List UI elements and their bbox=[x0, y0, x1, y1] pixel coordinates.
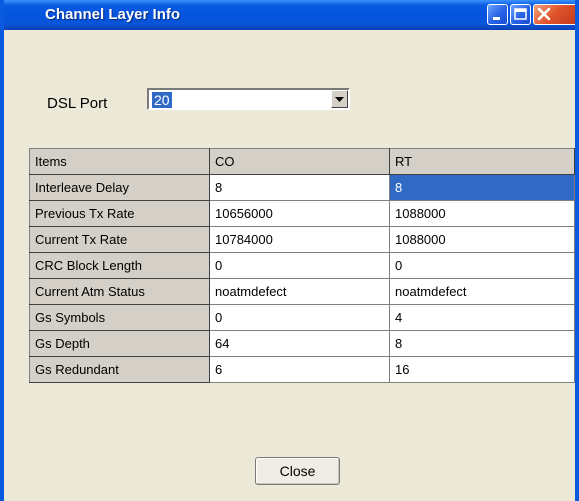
rt-value-cell[interactable]: 16 bbox=[389, 356, 575, 383]
rt-value-cell[interactable]: 0 bbox=[389, 252, 575, 279]
title-bar[interactable]: Channel Layer Info bbox=[4, 0, 575, 30]
row-label: CRC Block Length bbox=[29, 252, 210, 279]
column-header-co[interactable]: CO bbox=[209, 148, 390, 175]
row-label: Previous Tx Rate bbox=[29, 200, 210, 227]
table-row[interactable]: Current Atm Status noatmdefect noatmdefe… bbox=[29, 278, 575, 305]
table-row[interactable]: Gs Redundant 6 16 bbox=[29, 356, 575, 383]
table-row[interactable]: Previous Tx Rate 10656000 1088000 bbox=[29, 200, 575, 227]
close-button[interactable]: Close bbox=[255, 457, 340, 485]
table-row[interactable]: Interleave Delay 8 8 bbox=[29, 174, 575, 201]
row-label: Gs Redundant bbox=[29, 356, 210, 383]
chevron-down-icon bbox=[335, 97, 344, 102]
co-value-cell[interactable]: 64 bbox=[209, 330, 390, 357]
co-value-cell[interactable]: noatmdefect bbox=[209, 278, 390, 305]
co-value-cell[interactable]: 10784000 bbox=[209, 226, 390, 253]
table-row[interactable]: Current Tx Rate 10784000 1088000 bbox=[29, 226, 575, 253]
rt-value-cell[interactable]: noatmdefect bbox=[389, 278, 575, 305]
close-icon bbox=[537, 7, 551, 21]
rt-value-cell[interactable]: 8 bbox=[389, 174, 575, 201]
co-value-cell[interactable]: 6 bbox=[209, 356, 390, 383]
column-header-rt[interactable]: RT bbox=[389, 148, 575, 175]
maximize-icon bbox=[514, 8, 527, 20]
dsl-port-select[interactable]: 20 bbox=[147, 88, 350, 110]
dsl-port-label: DSL Port bbox=[47, 95, 108, 112]
row-label: Gs Depth bbox=[29, 330, 210, 357]
row-label: Interleave Delay bbox=[29, 174, 210, 201]
co-value-cell[interactable]: 0 bbox=[209, 304, 390, 331]
close-window-button[interactable] bbox=[533, 4, 575, 25]
rt-value-cell[interactable]: 1088000 bbox=[389, 200, 575, 227]
minimize-icon bbox=[493, 17, 500, 20]
row-label: Gs Symbols bbox=[29, 304, 210, 331]
channel-info-table: Items CO RT Interleave Delay 8 8 Previou… bbox=[29, 148, 575, 383]
rt-value-cell[interactable]: 8 bbox=[389, 330, 575, 357]
rt-value-cell[interactable]: 4 bbox=[389, 304, 575, 331]
table-header-row: Items CO RT bbox=[29, 148, 575, 175]
column-header-items[interactable]: Items bbox=[29, 148, 210, 175]
co-value-cell[interactable]: 10656000 bbox=[209, 200, 390, 227]
maximize-button[interactable] bbox=[510, 4, 531, 25]
dsl-port-value: 20 bbox=[152, 92, 172, 108]
co-value-cell[interactable]: 0 bbox=[209, 252, 390, 279]
table-row[interactable]: Gs Symbols 0 4 bbox=[29, 304, 575, 331]
table-row[interactable]: CRC Block Length 0 0 bbox=[29, 252, 575, 279]
minimize-button[interactable] bbox=[487, 4, 508, 25]
channel-layer-info-window: Channel Layer Info DSL Port 20 Items CO … bbox=[0, 0, 579, 501]
co-value-cell[interactable]: 8 bbox=[209, 174, 390, 201]
window-title: Channel Layer Info bbox=[45, 6, 181, 23]
dropdown-button[interactable] bbox=[331, 90, 348, 108]
table-row[interactable]: Gs Depth 64 8 bbox=[29, 330, 575, 357]
row-label: Current Tx Rate bbox=[29, 226, 210, 253]
rt-value-cell[interactable]: 1088000 bbox=[389, 226, 575, 253]
row-label: Current Atm Status bbox=[29, 278, 210, 305]
